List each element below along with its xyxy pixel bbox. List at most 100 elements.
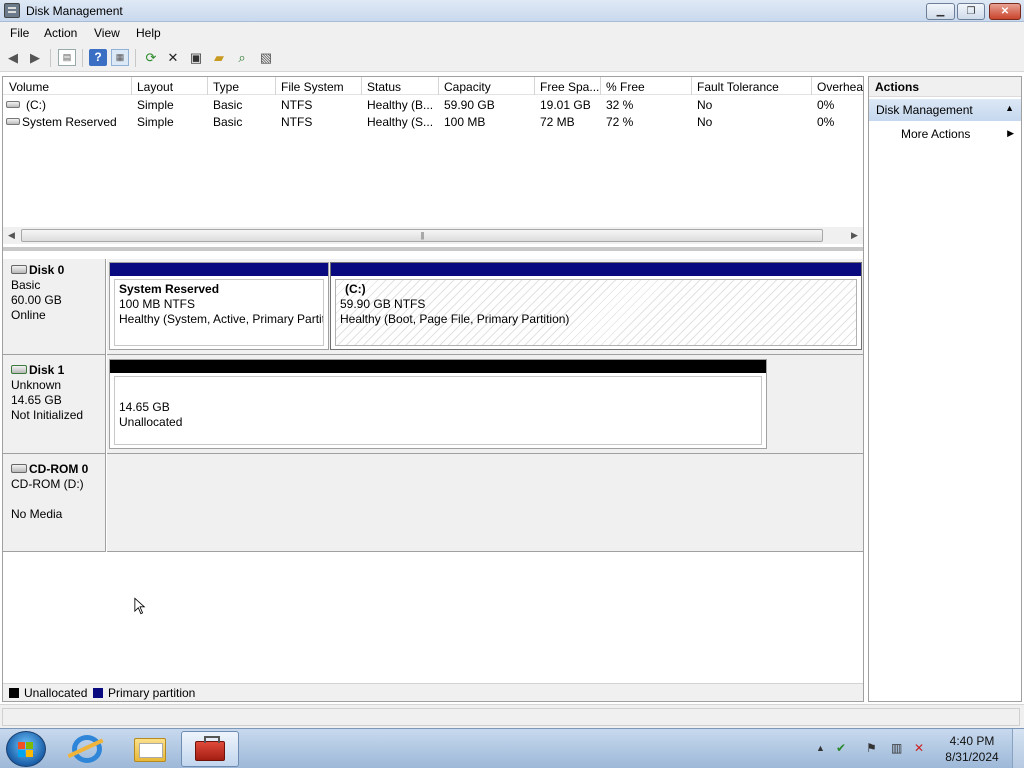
menu-view[interactable]: View: [94, 26, 120, 40]
partition-bar: [110, 360, 766, 373]
disk-0-name: Disk 0: [29, 263, 65, 277]
drive-icon: [6, 118, 20, 125]
menu-file[interactable]: File: [10, 26, 29, 40]
disk-1-name: Disk 1: [29, 363, 65, 377]
column-volume[interactable]: Volume: [9, 80, 49, 94]
disk-0-info[interactable]: Disk 0 Basic 60.00 GB Online: [3, 259, 106, 355]
disk-1-info[interactable]: Disk 1 Unknown 14.65 GB Not Initialized: [3, 355, 106, 454]
toolbox-icon: [195, 736, 225, 761]
show-hide-icon[interactable]: ▦: [111, 49, 129, 66]
column-type[interactable]: Type: [213, 80, 239, 94]
partition-system-reserved[interactable]: System Reserved 100 MB NTFS Healthy (Sys…: [109, 262, 329, 350]
scroll-right-icon[interactable]: ▶: [846, 227, 863, 244]
cell-status: Healthy (B...: [367, 98, 434, 112]
cell-fault-tolerance: No: [697, 115, 713, 129]
cell-percent-free: 72 %: [606, 115, 634, 129]
toolbar-separator: [135, 49, 136, 67]
start-button[interactable]: [6, 731, 46, 767]
forward-icon[interactable]: ▶: [26, 49, 44, 66]
partition-c[interactable]: (C:) 59.90 GB NTFS Healthy (Boot, Page F…: [330, 262, 862, 350]
column-overhead[interactable]: Overhea: [817, 80, 863, 94]
clock[interactable]: 4:40 PM 8/31/2024: [940, 733, 1004, 765]
open-icon[interactable]: ▰: [210, 49, 228, 66]
scroll-left-icon[interactable]: ◀: [3, 227, 20, 244]
delete-icon[interactable]: ✕: [164, 49, 182, 66]
cdrom-0-status: No Media: [11, 507, 63, 521]
refresh-icon[interactable]: ⟳: [142, 49, 160, 66]
column-fault-tolerance[interactable]: Fault Tolerance: [697, 80, 779, 94]
help-icon[interactable]: ?: [89, 49, 107, 66]
table-row[interactable]: (C:) Simple Basic NTFS Healthy (B... 59.…: [3, 96, 863, 113]
horizontal-scrollbar[interactable]: ◀ ||| ▶: [3, 227, 863, 244]
toolbar-separator: [82, 49, 83, 67]
window-title: Disk Management: [26, 4, 123, 18]
cell-free-space: 72 MB: [540, 115, 575, 129]
status-bar: [0, 704, 1024, 728]
column-file-system[interactable]: File System: [281, 80, 344, 94]
flag-icon[interactable]: ⚑: [866, 741, 877, 755]
legend-swatch-unallocated: [9, 688, 19, 698]
minimize-button[interactable]: ▁: [926, 3, 955, 20]
maximize-button[interactable]: ❐: [957, 3, 985, 20]
column-status[interactable]: Status: [367, 80, 401, 94]
menu-bar: File Action View Help: [0, 22, 1024, 44]
table-row[interactable]: System Reserved Simple Basic NTFS Health…: [3, 113, 863, 130]
column-capacity[interactable]: Capacity: [444, 80, 491, 94]
cell-percent-free: 32 %: [606, 98, 634, 112]
partition-name: (C:): [345, 282, 366, 296]
taskbar-computer-management[interactable]: [181, 731, 239, 767]
cell-capacity: 100 MB: [444, 115, 486, 129]
volume-muted-icon[interactable]: ✕: [914, 741, 924, 755]
taskbar-internet-explorer[interactable]: [58, 731, 116, 767]
scrollbar-thumb[interactable]: |||: [21, 229, 823, 242]
menu-help[interactable]: Help: [136, 26, 161, 40]
partition-size: 59.90 GB NTFS: [340, 297, 426, 311]
cell-volume: (C:): [26, 98, 46, 112]
disk-1-partitions: 14.65 GB Unallocated: [107, 355, 863, 454]
actions-section-disk-management[interactable]: Disk Management ▲: [869, 99, 1021, 121]
menu-action[interactable]: Action: [44, 26, 77, 40]
legend-unallocated: Unallocated: [24, 686, 88, 700]
cell-overhead: 0%: [817, 98, 835, 112]
partition-size: 14.65 GB: [119, 400, 170, 414]
taskbar-file-explorer[interactable]: [120, 731, 178, 767]
legend-primary-partition: Primary partition: [108, 686, 196, 700]
partition-status: Unallocated: [119, 415, 183, 429]
cell-layout: Simple: [137, 115, 174, 129]
partition-body: (C:) 59.90 GB NTFS Healthy (Boot, Page F…: [335, 279, 857, 346]
cell-overhead: 0%: [817, 115, 835, 129]
rescan-icon[interactable]: ▧: [257, 49, 275, 66]
cell-file-system: NTFS: [281, 115, 313, 129]
console-tree-icon[interactable]: ▤: [58, 49, 76, 66]
cell-layout: Simple: [137, 98, 174, 112]
cell-type: Basic: [213, 98, 243, 112]
cdrom-0-type: CD-ROM (D:): [11, 477, 84, 491]
more-actions-item[interactable]: More Actions: [901, 127, 970, 141]
legend: Unallocated Primary partition: [3, 683, 863, 701]
partition-status: Healthy (Boot, Page File, Primary Partit…: [340, 312, 570, 326]
column-free-space[interactable]: Free Spa...: [540, 80, 599, 94]
status-cell: [2, 708, 1020, 726]
cell-status: Healthy (S...: [367, 115, 434, 129]
close-button[interactable]: ✕: [989, 3, 1021, 20]
back-icon[interactable]: ◀: [4, 49, 22, 66]
drive-icon: [6, 101, 20, 108]
folder-icon: [134, 738, 166, 762]
partition-body: System Reserved 100 MB NTFS Healthy (Sys…: [114, 279, 324, 346]
partition-unallocated[interactable]: 14.65 GB Unallocated: [109, 359, 767, 449]
show-desktop-button[interactable]: [1012, 729, 1024, 768]
cdrom-0-info[interactable]: CD-ROM 0 CD-ROM (D:) No Media: [3, 454, 106, 552]
action-center-icon[interactable]: ✔: [836, 741, 846, 755]
collapse-icon[interactable]: ▲: [1005, 103, 1014, 113]
properties-icon[interactable]: ▣: [187, 49, 205, 66]
partition-bar: [110, 263, 328, 276]
cdrom-icon: [11, 464, 27, 473]
network-icon[interactable]: ▥: [891, 741, 902, 755]
partition-size: 100 MB NTFS: [119, 297, 196, 311]
column-layout[interactable]: Layout: [137, 80, 173, 94]
search-icon[interactable]: ⌕: [233, 49, 251, 66]
show-hidden-icons-arrow[interactable]: ▲: [816, 743, 825, 753]
chevron-right-icon[interactable]: ▶: [1007, 128, 1014, 139]
column-percent-free[interactable]: % Free: [606, 80, 645, 94]
cdrom-0-name: CD-ROM 0: [29, 462, 89, 476]
